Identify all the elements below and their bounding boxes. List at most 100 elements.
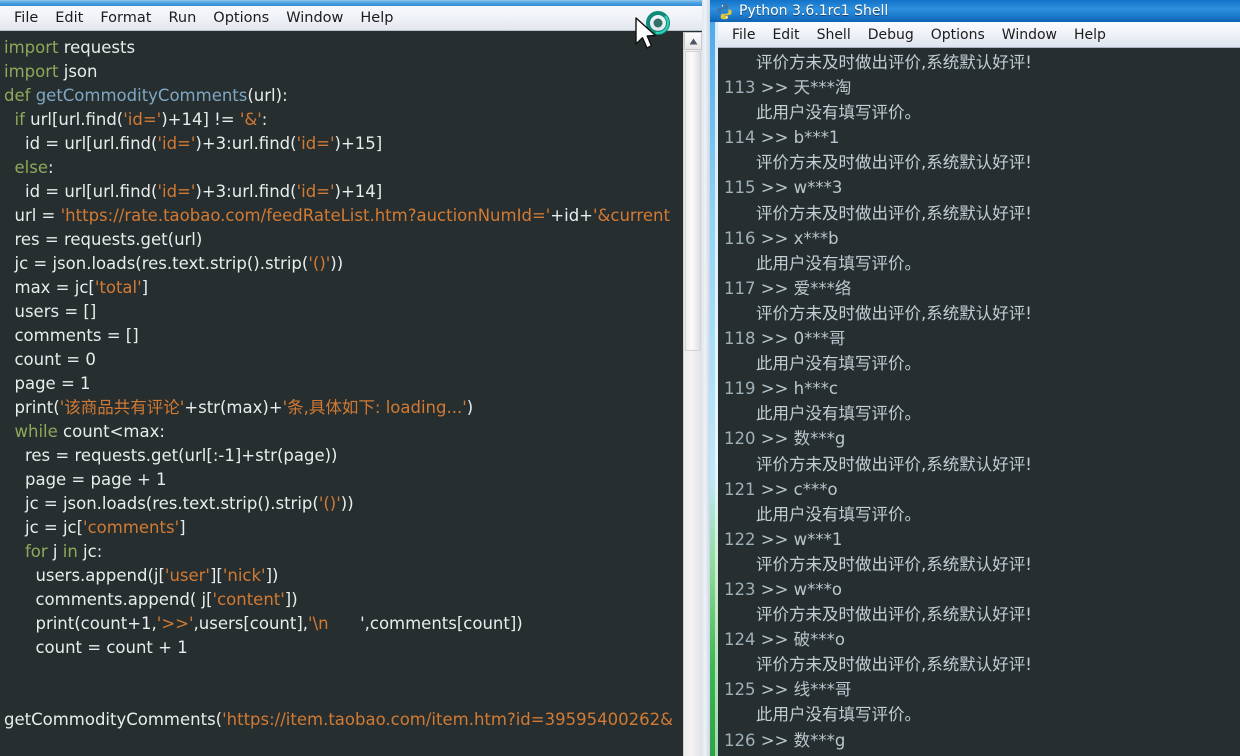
shell-entry-separator: >> xyxy=(755,730,794,750)
code-line: id = url[url.find('id=')+3:url.find('id=… xyxy=(4,180,681,204)
code-token-plain: jc = json.loads(res.text.strip().strip( xyxy=(4,494,319,513)
code-token-plain: json xyxy=(58,62,98,81)
shell-entry-username: c***o xyxy=(793,479,838,499)
code-token-kw: if xyxy=(14,110,25,129)
editor-vertical-scrollbar[interactable] xyxy=(683,32,702,756)
code-token-plain: print( xyxy=(4,398,60,417)
editor-menu-item-options[interactable]: Options xyxy=(205,9,277,27)
code-token-plain: res = requests.get(url[:-1]+str(page)) xyxy=(4,446,338,465)
code-line: max = jc['total'] xyxy=(4,276,681,300)
code-token-plain: comments = [] xyxy=(4,326,139,345)
code-token-plain: users.append(j[ xyxy=(4,566,165,585)
code-line: print(count+1,'>>',users[count],'\n ',co… xyxy=(4,612,681,636)
code-line: count = 0 xyxy=(4,348,681,372)
python-logo-icon xyxy=(716,3,733,20)
shell-entry-index: 126 xyxy=(724,730,756,750)
shell-menu-item-file[interactable]: File xyxy=(724,26,763,44)
scroll-up-arrow-icon[interactable] xyxy=(684,32,702,50)
shell-titlebar[interactable]: Python 3.6.1rc1 Shell xyxy=(710,0,1240,22)
shell-entry-line: 113 >> 天***淘 xyxy=(724,75,1240,100)
code-token-kw: import xyxy=(4,62,59,81)
code-token-plain: j xyxy=(47,542,63,561)
shell-entry-username: 0***哥 xyxy=(793,329,846,349)
shell-comment-line: 此用户没有填写评价。 xyxy=(756,354,921,374)
editor-menu-item-file[interactable]: File xyxy=(6,9,46,27)
shell-comment-line: 此用户没有填写评价。 xyxy=(756,404,921,424)
code-token-plain: count<max: xyxy=(57,422,165,441)
shell-entry-line: 119 >> h***c xyxy=(724,376,1240,401)
shell-entry-username: w***1 xyxy=(793,529,843,549)
editor-menu-item-edit[interactable]: Edit xyxy=(47,9,91,27)
shell-comment-line: 评价方未及时做出评价,系统默认好评! xyxy=(756,203,1032,223)
code-token-plain: requests xyxy=(58,38,136,57)
code-token-plain: )+15] xyxy=(334,134,383,153)
shell-menu-item-options[interactable]: Options xyxy=(923,26,993,44)
shell-entry-index: 120 xyxy=(724,429,756,449)
editor-menu-item-run[interactable]: Run xyxy=(160,9,204,27)
shell-comment-line: 评价方未及时做出评价,系统默认好评! xyxy=(756,655,1032,675)
shell-entry-separator: >> xyxy=(755,128,794,148)
code-line: url = 'https://rate.taobao.com/feedRateL… xyxy=(4,204,681,228)
code-token-plain: )) xyxy=(330,254,344,273)
shell-comment-line: 此用户没有填写评价。 xyxy=(756,253,921,273)
shell-entry-username: w***3 xyxy=(793,178,843,198)
code-token-plain: )+3:url.find( xyxy=(195,134,297,153)
shell-entry-line: 122 >> w***1 xyxy=(724,527,1240,552)
code-line: res = requests.get(url[:-1]+str(page)) xyxy=(4,444,681,468)
code-line: jc = jc['comments'] xyxy=(4,516,681,540)
shell-entry-separator: >> xyxy=(755,379,794,399)
editor-scroll-thumb[interactable] xyxy=(685,51,701,351)
code-token-plain: res = requests.get(url) xyxy=(4,230,203,249)
code-token-str: 'id=' xyxy=(296,182,335,201)
shell-comment-line: 评价方未及时做出评价,系统默认好评! xyxy=(756,303,1032,323)
code-token-plain: jc = jc[ xyxy=(4,518,84,537)
shell-menu-item-window[interactable]: Window xyxy=(994,26,1065,44)
shell-entry-line: 121 >> c***o xyxy=(724,477,1240,502)
shell-entry-index: 119 xyxy=(724,379,756,399)
shell-output-area[interactable]: 评价方未及时做出评价,系统默认好评! 113 >> 天***淘此用户没有填写评价。… xyxy=(718,48,1240,756)
shell-entry-separator: >> xyxy=(755,329,794,349)
shell-entry-index: 114 xyxy=(724,128,756,148)
shell-menubar: File Edit Shell Debug Options Window Help xyxy=(718,22,1240,48)
code-line: import json xyxy=(4,60,681,84)
shell-menu-item-debug[interactable]: Debug xyxy=(860,26,922,44)
code-token-str: 'total' xyxy=(94,278,142,297)
code-token-str: 'id=' xyxy=(123,110,162,129)
code-line: page = 1 xyxy=(4,372,681,396)
shell-entry-line: 120 >> 数***g xyxy=(724,426,1240,451)
code-token-plain: url[url.find( xyxy=(24,110,124,129)
shell-menu-item-shell[interactable]: Shell xyxy=(809,26,859,44)
shell-entry-index: 117 xyxy=(724,278,756,298)
code-token-plain: comments.append( j[ xyxy=(4,590,213,609)
code-line: comments = [] xyxy=(4,324,681,348)
code-token-plain: ]) xyxy=(284,590,298,609)
code-token-plain: ] xyxy=(179,518,186,537)
shell-entry-line: 114 >> b***1 xyxy=(724,125,1240,150)
shell-entry-username: x***b xyxy=(793,228,839,248)
desktop-root: File Edit Format Run Options Window Help impor… xyxy=(0,0,1240,756)
shell-entry-separator: >> xyxy=(755,78,794,98)
shell-menu-item-help[interactable]: Help xyxy=(1066,26,1114,44)
code-line: page = page + 1 xyxy=(4,468,681,492)
code-token-str: 'id=' xyxy=(157,182,196,201)
code-token-plain: print(count+1, xyxy=(4,614,157,633)
shell-menu-item-edit[interactable]: Edit xyxy=(764,26,807,44)
code-token-str: '条,具体如下: loading...' xyxy=(282,398,467,417)
editor-menu-item-help[interactable]: Help xyxy=(352,9,401,27)
code-line: comments.append( j['content']) xyxy=(4,588,681,612)
code-token-kw: in xyxy=(62,542,78,561)
shell-entry-separator: >> xyxy=(755,429,794,449)
code-token-str: '()' xyxy=(308,254,331,273)
code-line: users = [] xyxy=(4,300,681,324)
code-token-plain: : xyxy=(47,158,54,177)
editor-menu-item-format[interactable]: Format xyxy=(92,9,159,27)
shell-comment-line: 评价方未及时做出评价,系统默认好评! xyxy=(756,454,1032,474)
code-token-plain: ' xyxy=(328,614,365,633)
code-line: count = count + 1 xyxy=(4,636,681,660)
editor-menu-item-window[interactable]: Window xyxy=(278,9,351,27)
shell-entry-index: 124 xyxy=(724,630,756,650)
shell-entry-separator: >> xyxy=(755,479,794,499)
editor-text-area[interactable]: import requests import json def getCommodi… xyxy=(0,32,681,756)
